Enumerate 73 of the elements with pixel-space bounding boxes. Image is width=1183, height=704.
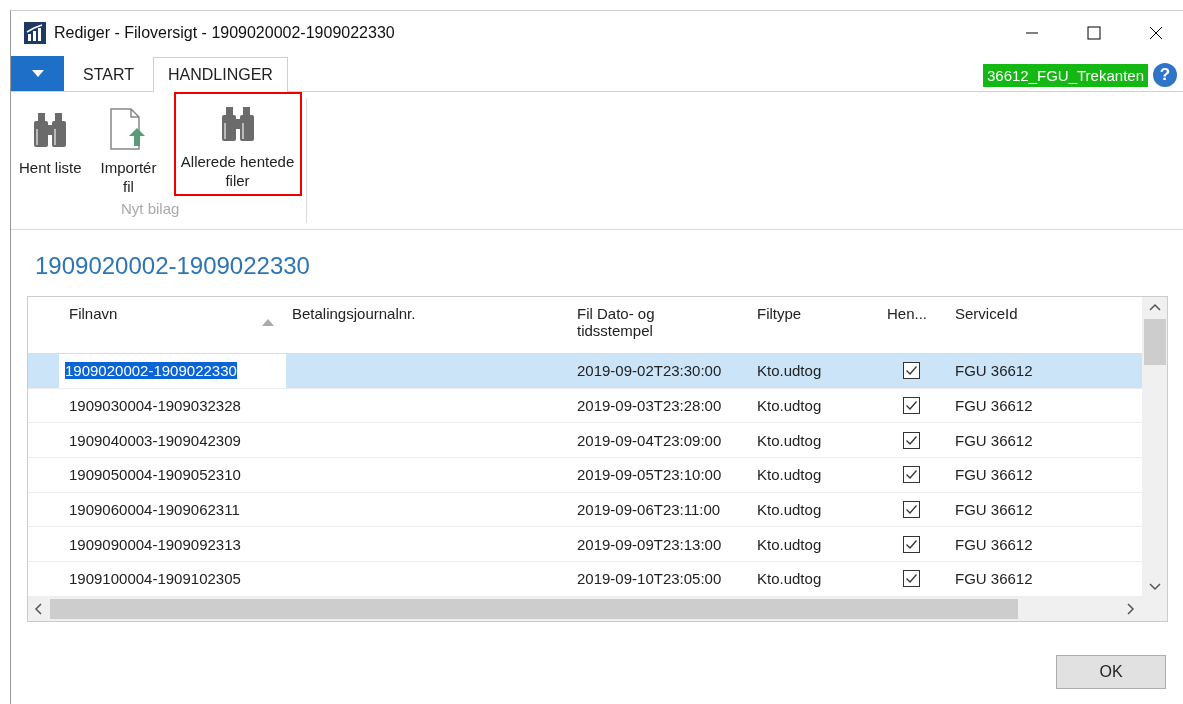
table-cell: 1909040003-1909042309 [69,431,241,449]
table-cell: 2019-09-02T23:30:00 [577,362,722,380]
table-row[interactable]: 1909100004-1909102305 2019-09-10T23:05:00 Kto.udtog FGU 36612 [28,562,1142,597]
table-row[interactable]: 1909060004-1909062311 2019-09-06T23:11:00 Kto.udtog FGU 36612 [28,492,1142,528]
checkbox[interactable] [903,570,920,588]
table-cell: FGU 36612 [955,431,1033,449]
table-cell: 1909050004-1909052310 [69,466,241,484]
help-button[interactable]: ? [1153,63,1177,87]
checkbox[interactable] [903,431,920,449]
table-cell: 2019-09-04T23:09:00 [577,431,722,449]
table-cell: 2019-09-05T23:10:00 [577,466,722,484]
table-cell: Kto.udtog [757,466,822,484]
table-cell: 2019-09-06T23:11:00 [577,501,721,519]
scroll-down-icon[interactable] [1148,582,1161,591]
table-row[interactable]: 1909020002-1909022330 2019-09-02T23:30:00 Kto.udtog FGU 36612 [28,354,1142,389]
table-cell: Kto.udtog [757,501,822,519]
column-header[interactable]: ServiceId [949,305,1129,353]
table-row[interactable]: 1909090004-1909092313 2019-09-09T23:13:00 Kto.udtog FGU 36612 [28,527,1142,563]
table-cell: 1909090004-1909092313 [69,535,241,553]
table-cell: FGU 36612 [955,570,1033,588]
ribbon-tab[interactable]: HANDLINGER [152,57,288,92]
table-cell: 1909060004-1909062311 [69,501,240,519]
table-cell: FGU 36612 [955,362,1033,380]
table-cell: FGU 36612 [955,501,1033,519]
table-row[interactable]: 1909050004-1909052310 2019-09-05T23:10:00 Kto.udtog FGU 36612 [28,458,1142,493]
table-cell: 1909100004-1909102305 [69,570,241,588]
horizontal-scrollbar[interactable] [28,596,1167,621]
page-title: 1909020002-1909022330 [35,252,311,280]
column-header[interactable]: Hen... [881,305,949,353]
checkbox[interactable] [903,466,920,484]
filename-input[interactable]: 1909020002-1909022330 [65,362,237,380]
ribbon-action-button[interactable]: Hent liste [13,98,88,198]
table-cell: Kto.udtog [757,397,822,415]
column-header[interactable]: Filnavn [59,305,286,353]
scroll-left-icon[interactable] [34,602,42,615]
sort-ascending-icon [262,319,274,326]
ribbon-action-button[interactable]: Importér fil [87,98,170,198]
close-icon[interactable] [1149,26,1163,40]
ribbon-tab[interactable]: START [68,58,149,91]
ribbon-group-label: Nyt bilag [121,200,181,217]
checkbox[interactable] [903,501,920,519]
column-header[interactable]: Betalingsjournalnr. [286,305,571,353]
bar-chart-icon [24,22,46,44]
checkbox[interactable] [903,397,920,415]
table-row[interactable]: 1909030004-1909032328 2019-09-03T23:28:00 Kto.udtog FGU 36612 [28,388,1142,424]
table-cell: 2019-09-03T23:28:00 [577,397,722,415]
window-title: Rediger - Filoversigt - 1909020002-1909022330 [54,24,395,42]
column-header[interactable]: Filtype [751,305,881,353]
ribbon-action-button[interactable]: Allerede hentede filer [173,92,302,196]
table-cell: 2019-09-10T23:05:00 [577,570,722,588]
table-cell: FGU 36612 [955,535,1033,553]
table-cell: 1909030004-1909032328 [69,397,241,415]
table-cell: 2019-09-09T23:13:00 [577,535,722,553]
scroll-right-icon[interactable] [1127,602,1135,615]
menu-button[interactable] [11,56,64,91]
vertical-scrollbar[interactable] [1142,297,1167,597]
scroll-thumb[interactable] [50,598,1018,619]
ok-button[interactable]: OK [1056,654,1166,689]
maximize-icon[interactable] [1087,26,1101,40]
table-cell: FGU 36612 [955,397,1033,415]
table-cell: Kto.udtog [757,570,822,588]
scroll-thumb[interactable] [1143,319,1166,365]
table-cell: Kto.udtog [757,431,822,449]
table-cell: Kto.udtog [757,362,822,380]
checkbox[interactable] [903,535,920,553]
table-row[interactable]: 1909040003-1909042309 2019-09-04T23:09:00 Kto.udtog FGU 36612 [28,423,1142,459]
company-badge: 36612_FGU_Trekanten [982,64,1148,87]
scroll-up-icon[interactable] [1148,303,1161,311]
table-cell: Kto.udtog [757,535,822,553]
column-header[interactable]: Fil Dato- og tidsstempel [571,305,751,353]
table-cell: FGU 36612 [955,466,1033,484]
checkbox[interactable] [903,362,920,380]
caret-icon [31,69,44,78]
